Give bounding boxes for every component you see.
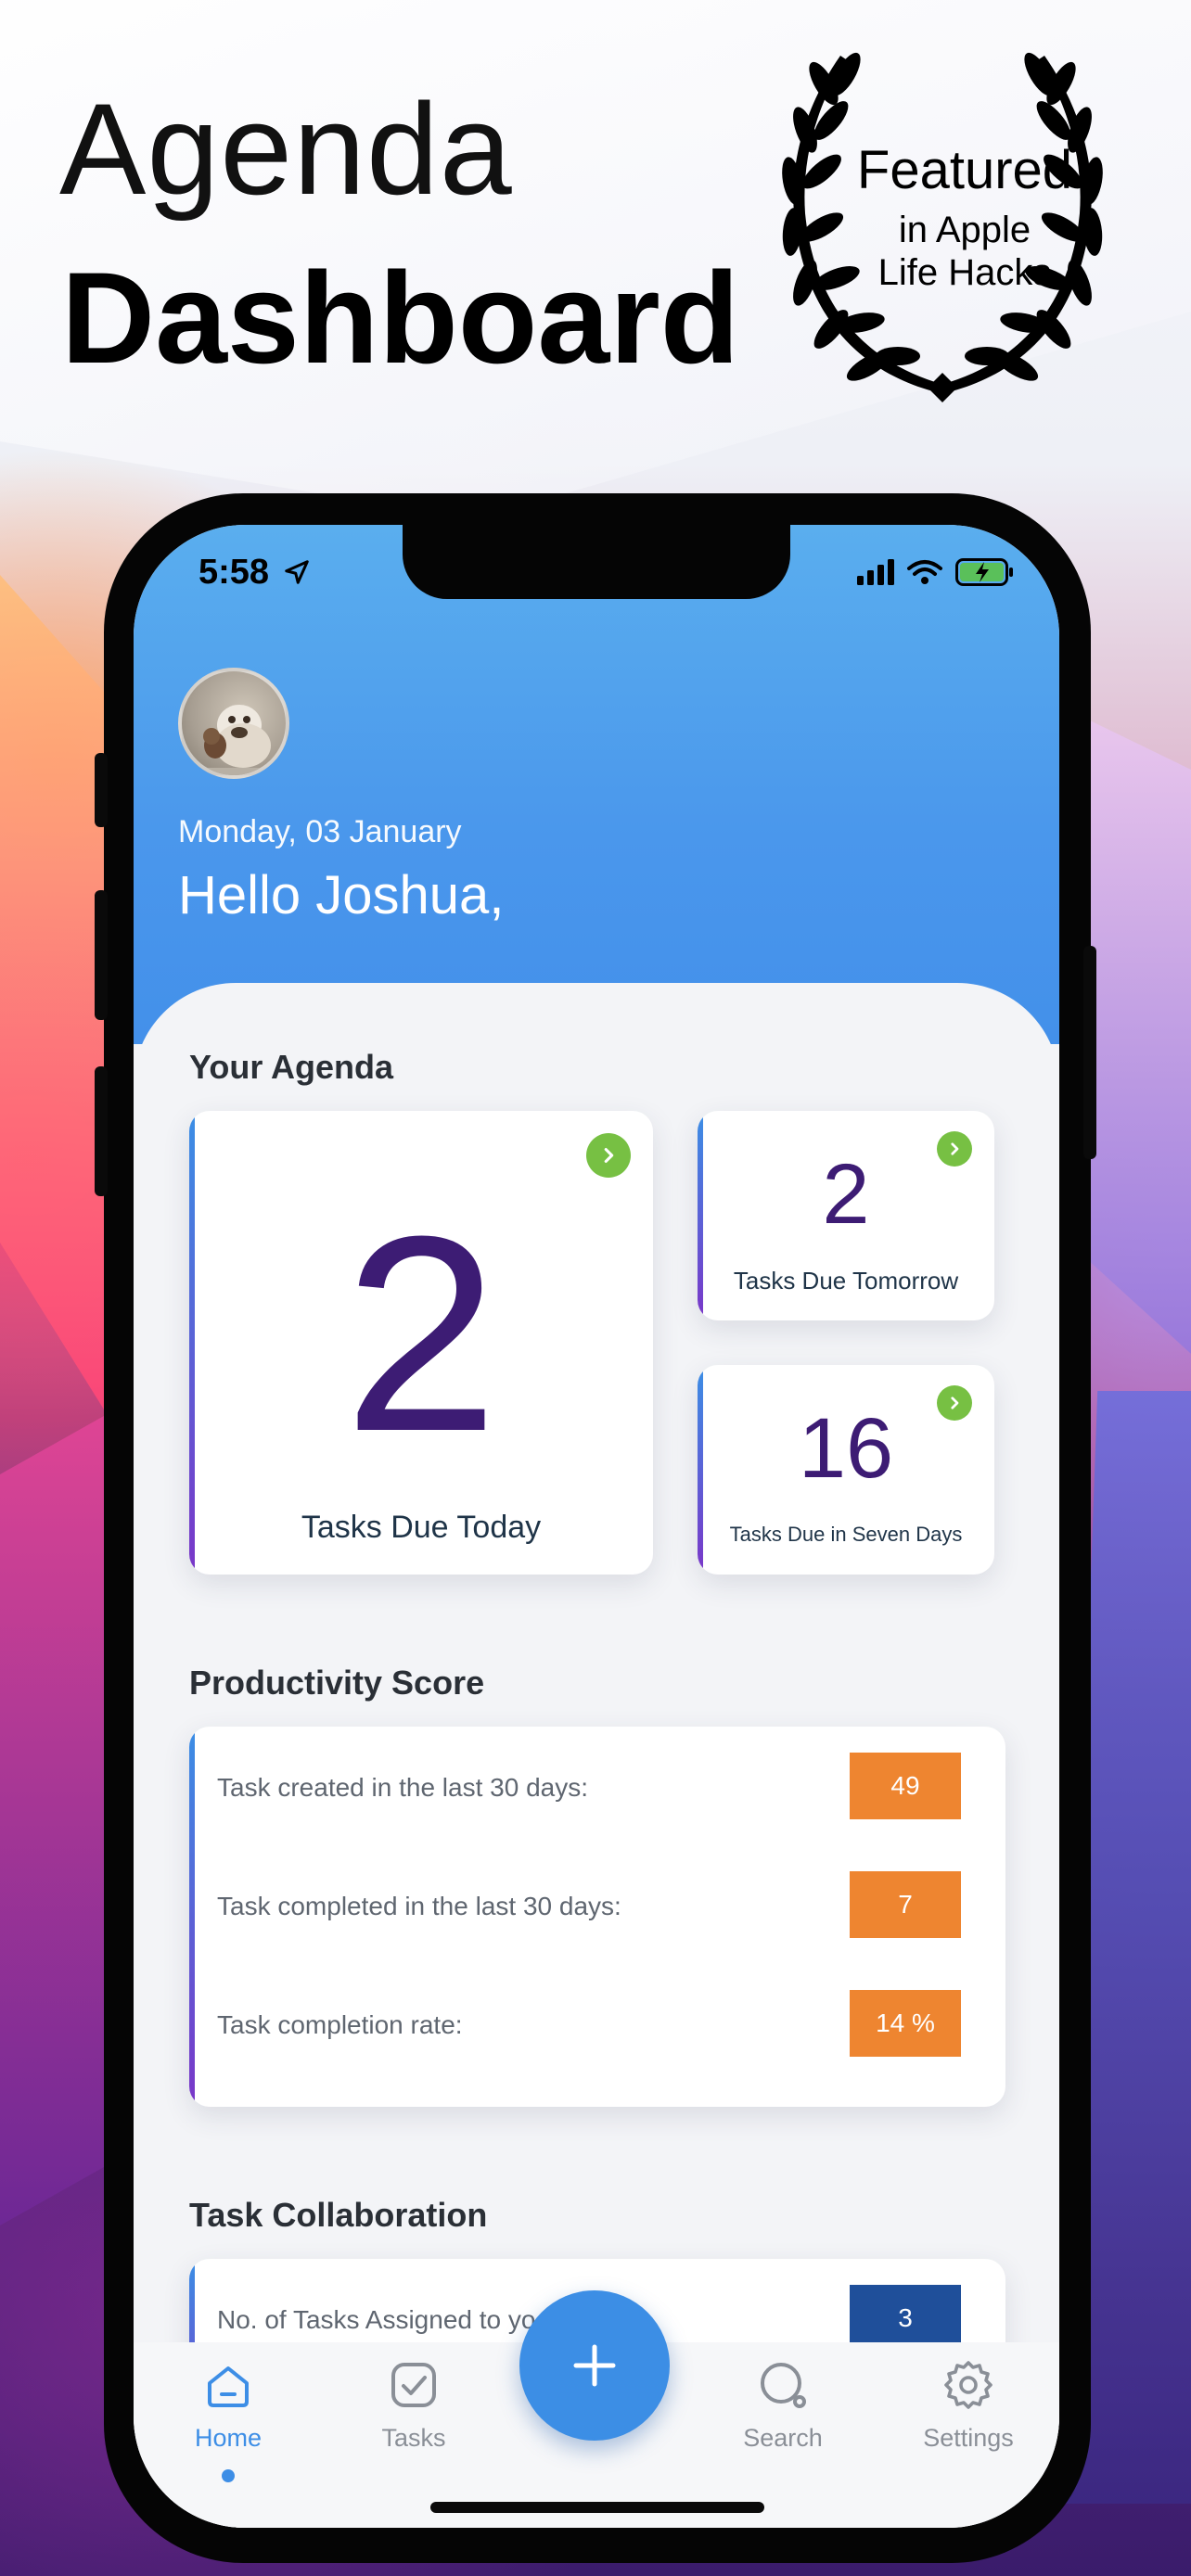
agenda-section-title: Your Agenda (189, 1048, 394, 1086)
tab-settings[interactable]: Settings (894, 2359, 1043, 2453)
award-source-text-2: Life Hacks (877, 252, 1052, 293)
award-featured-text: Featured (856, 140, 1073, 200)
location-arrow-icon (284, 560, 309, 584)
tab-search[interactable]: Search (709, 2359, 857, 2453)
gear-icon (944, 2361, 992, 2409)
status-time: 5:58 (198, 553, 311, 593)
card-tasks-due-today[interactable]: 2 Tasks Due Today (189, 1111, 653, 1575)
phone-volume-down-button (95, 1066, 108, 1196)
tasks-due-seven-days-count: 16 (798, 1401, 894, 1496)
active-tab-indicator (222, 2469, 235, 2482)
checkbox-icon (391, 2363, 436, 2407)
score-badge: 14 % (850, 1990, 961, 2057)
tab-tasks-label: Tasks (381, 2424, 446, 2452)
tab-settings-label: Settings (923, 2424, 1014, 2452)
home-indicator[interactable] (430, 2502, 764, 2513)
plus-icon (573, 2344, 616, 2387)
promo-title-line2: Dashboard (61, 245, 740, 390)
go-arrow-button[interactable] (586, 1133, 631, 1178)
collaboration-row-label: No. of Tasks Assigned to yo (217, 2305, 536, 2334)
collaboration-section-title: Task Collaboration (189, 2196, 488, 2234)
current-date: Monday, 03 January (178, 814, 462, 849)
cellular-signal-icon (857, 559, 894, 585)
score-row-label: Task completed in the last 30 days: (217, 1892, 621, 1920)
score-badge: 49 (850, 1753, 961, 1819)
promo-title-line1: Agenda (59, 76, 513, 222)
wifi-icon (907, 560, 942, 584)
phone-volume-up-button (95, 890, 108, 1020)
tasks-due-today-count: 2 (343, 1178, 499, 1489)
tasks-due-tomorrow-count: 2 (822, 1147, 870, 1242)
header-background (134, 525, 1059, 1044)
card-tasks-due-tomorrow[interactable]: 2 Tasks Due Tomorrow (698, 1111, 994, 1320)
productivity-section-title: Productivity Score (189, 1664, 485, 1702)
score-row-label: Task created in the last 30 days: (217, 1773, 588, 1802)
score-row-label: Task completion rate: (217, 2010, 463, 2039)
avatar[interactable] (178, 668, 289, 779)
tasks-due-seven-days-label: Tasks Due in Seven Days (729, 1523, 963, 1546)
tab-tasks[interactable]: Tasks (339, 2359, 488, 2453)
tab-home[interactable]: Home (154, 2359, 302, 2482)
phone-notch (403, 525, 790, 599)
status-icons (857, 558, 1015, 586)
card-tasks-due-seven-days[interactable]: 16 Tasks Due in Seven Days (698, 1365, 994, 1575)
add-task-button[interactable] (519, 2290, 670, 2441)
tab-home-label: Home (194, 2424, 263, 2452)
tab-search-label: Search (743, 2424, 823, 2452)
app-screen: 5:58 Monday, 03 January Hello Joshua, Yo… (134, 525, 1059, 2528)
phone-power-button (1083, 946, 1096, 1159)
productivity-card: Task created in the last 30 days: 49 Tas… (189, 1727, 1005, 2107)
phone-side-button (95, 753, 108, 827)
score-badge: 7 (850, 1871, 961, 1938)
search-icon (761, 2363, 806, 2408)
battery-charging-icon (955, 558, 1013, 586)
tasks-due-today-label: Tasks Due Today (301, 1510, 542, 1545)
chevron-right-icon (604, 1148, 614, 1163)
award-source-text: in Apple (898, 210, 1031, 250)
greeting: Hello Joshua, (178, 865, 505, 925)
tasks-due-tomorrow-label: Tasks Due Tomorrow (733, 1267, 959, 1294)
home-icon (208, 2366, 249, 2407)
